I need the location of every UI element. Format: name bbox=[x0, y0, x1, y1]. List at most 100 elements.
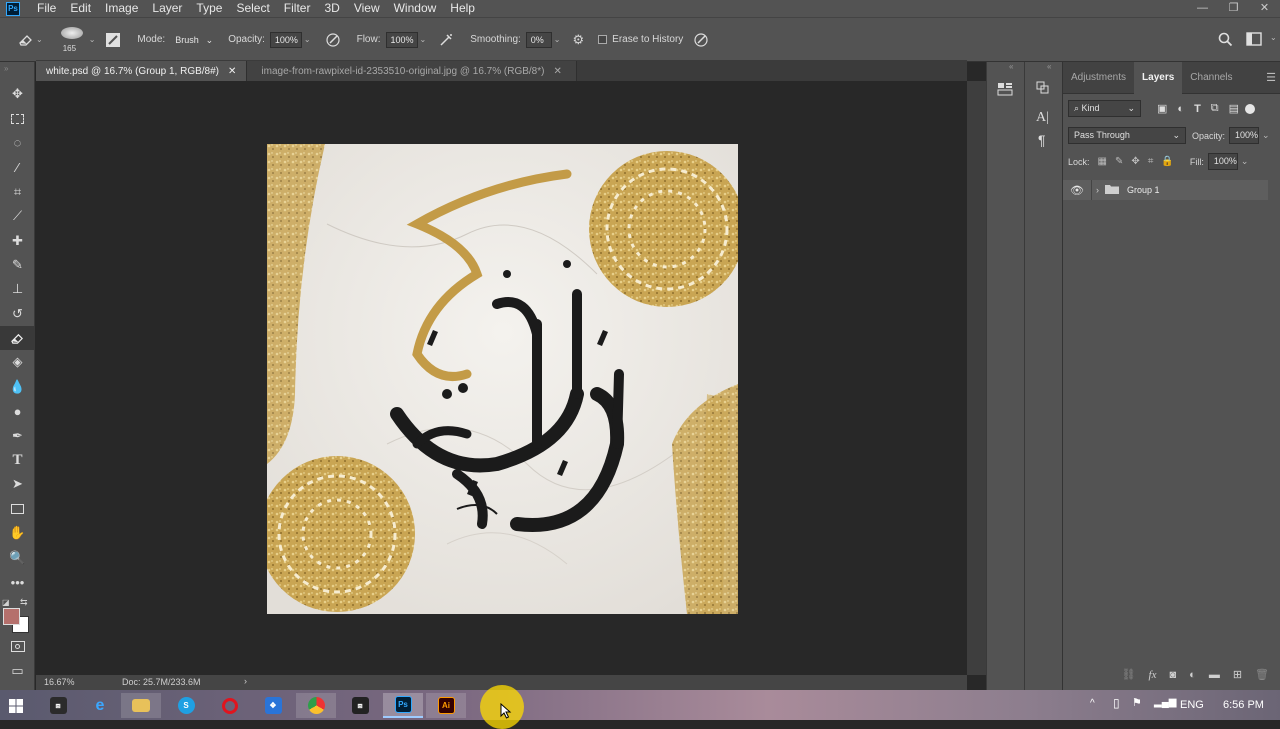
visibility-eye-icon[interactable]: 👁 bbox=[1063, 184, 1091, 197]
chevron-down-icon[interactable]: ⌄ bbox=[1270, 33, 1277, 42]
new-group-icon[interactable]: ▬ bbox=[1209, 669, 1220, 681]
pressure-size-icon[interactable] bbox=[693, 32, 709, 48]
close-button[interactable]: ✕ bbox=[1249, 0, 1280, 17]
menu-edit[interactable]: Edit bbox=[63, 0, 98, 17]
menu-filter[interactable]: Filter bbox=[277, 0, 318, 17]
file-explorer-icon[interactable] bbox=[121, 693, 161, 718]
default-colors-icon[interactable]: ◪ bbox=[2, 598, 10, 607]
lasso-tool-icon[interactable]: ◌ bbox=[0, 131, 35, 155]
gradient-tool-icon[interactable]: ◈ bbox=[0, 350, 35, 374]
chevron-right-icon[interactable]: › bbox=[1096, 185, 1099, 195]
kind-filter-select[interactable]: ⌕ Kind ⌄ bbox=[1068, 100, 1141, 117]
eraser-tool-icon[interactable] bbox=[0, 325, 35, 351]
quick-mask-icon[interactable] bbox=[0, 634, 35, 658]
menu-layer[interactable]: Layer bbox=[145, 0, 189, 17]
type-filter-icon[interactable]: T bbox=[1194, 103, 1201, 115]
panel-menu-icon[interactable]: ☰ bbox=[1266, 71, 1276, 84]
chevron-down-icon[interactable]: ⌄ bbox=[1262, 130, 1270, 141]
chevron-down-icon[interactable]: ⌄ bbox=[304, 35, 311, 44]
layer-opacity-field[interactable]: 100% bbox=[1229, 127, 1260, 144]
network-icon[interactable]: ▂▄▆ bbox=[1154, 697, 1176, 708]
hand-tool-icon[interactable]: ✋ bbox=[0, 521, 35, 545]
lock-position-icon[interactable]: ✥ bbox=[1131, 156, 1139, 167]
character-panel-icon[interactable]: A| bbox=[1036, 110, 1051, 126]
move-tool-icon[interactable]: ✥ bbox=[0, 82, 35, 106]
properties-panel-icon[interactable] bbox=[996, 80, 1014, 98]
start-button[interactable] bbox=[0, 693, 36, 718]
swap-colors-icon[interactable]: ⇆ bbox=[20, 597, 28, 608]
tab-adjustments[interactable]: Adjustments bbox=[1063, 62, 1134, 94]
history-brush-icon[interactable]: ↺ bbox=[0, 302, 35, 326]
path-selection-icon[interactable]: ➤ bbox=[0, 472, 35, 496]
screen-mode-icon[interactable]: ▭ bbox=[0, 659, 35, 683]
chevron-down-icon[interactable]: ⌄ bbox=[554, 35, 561, 44]
brush-preset-picker[interactable]: 165 bbox=[57, 23, 87, 57]
media-player-icon[interactable]: ⧈ bbox=[340, 693, 380, 718]
smart-object-filter-icon[interactable]: ▤ bbox=[1229, 102, 1239, 115]
language-indicator[interactable]: ENG bbox=[1180, 699, 1204, 711]
mode-select[interactable]: Brush ⌄ bbox=[170, 31, 219, 48]
chrome-icon[interactable] bbox=[296, 693, 336, 718]
fill-field[interactable]: 100% bbox=[1207, 153, 1238, 170]
edge-browser-icon[interactable]: e bbox=[80, 693, 120, 718]
brush-settings-icon[interactable] bbox=[105, 32, 121, 48]
filter-toggle-icon[interactable] bbox=[1245, 103, 1256, 114]
rectangle-tool-icon[interactable] bbox=[0, 497, 35, 521]
opera-icon[interactable] bbox=[210, 693, 250, 718]
delete-layer-icon[interactable]: 🗑 bbox=[1255, 668, 1269, 681]
workspace-icon[interactable] bbox=[1246, 32, 1262, 46]
chevron-down-icon[interactable]: ⌄ bbox=[89, 35, 96, 44]
new-layer-icon[interactable]: ⊞ bbox=[1233, 668, 1242, 681]
photoshop-taskbar-icon[interactable]: Ps bbox=[383, 693, 423, 718]
skype-icon[interactable]: S bbox=[166, 693, 206, 718]
menu-select[interactable]: Select bbox=[229, 0, 276, 17]
eraser-tool-preset-icon[interactable] bbox=[18, 33, 34, 47]
menu-help[interactable]: Help bbox=[443, 0, 482, 17]
artboard-lock-icon[interactable]: ⌗ bbox=[1148, 156, 1154, 167]
menu-type[interactable]: Type bbox=[189, 0, 229, 17]
menu-file[interactable]: File bbox=[30, 0, 63, 17]
lock-all-icon[interactable]: 🔒 bbox=[1161, 156, 1173, 167]
shape-filter-icon[interactable]: ⧉ bbox=[1211, 102, 1219, 115]
zoom-tool-icon[interactable]: 🔍 bbox=[0, 545, 35, 569]
close-icon[interactable]: ✕ bbox=[553, 66, 561, 77]
layer-row-group-1[interactable]: 👁 › Group 1 bbox=[1063, 180, 1268, 200]
pen-tool-icon[interactable]: ✒ bbox=[0, 423, 35, 447]
chevron-down-icon[interactable]: ⌄ bbox=[1241, 156, 1249, 167]
new-adjustment-layer-icon[interactable]: ◐ bbox=[1189, 669, 1196, 681]
menu-image[interactable]: Image bbox=[98, 0, 145, 17]
zoom-level[interactable]: 16.67% bbox=[44, 677, 75, 687]
lock-pixels-icon[interactable]: ✎ bbox=[1115, 156, 1123, 167]
smoothing-field[interactable]: 0% bbox=[525, 31, 552, 48]
menu-view[interactable]: View bbox=[347, 0, 387, 17]
toolbar-collapse-icon[interactable]: » bbox=[0, 62, 34, 82]
clock[interactable]: 6:56 PM bbox=[1223, 699, 1264, 711]
collapse-icon[interactable]: « bbox=[1025, 62, 1062, 76]
tab-layers[interactable]: Layers bbox=[1134, 61, 1183, 94]
flag-icon[interactable]: ⚑ bbox=[1132, 696, 1142, 709]
brush-tool-icon[interactable]: ✎ bbox=[0, 253, 35, 277]
blur-tool-icon[interactable]: 💧 bbox=[0, 375, 35, 399]
layer-style-icon[interactable]: fx bbox=[1149, 669, 1157, 681]
blend-mode-select[interactable]: Pass Through ⌄ bbox=[1068, 127, 1186, 144]
restore-button[interactable]: ❐ bbox=[1218, 0, 1249, 17]
tab-rawpixel-jpg[interactable]: image-from-rawpixel-id-2353510-original.… bbox=[247, 61, 577, 81]
type-tool-icon[interactable]: T bbox=[0, 448, 35, 472]
crop-tool-icon[interactable]: ⌗ bbox=[0, 180, 35, 204]
menu-3d[interactable]: 3D bbox=[317, 0, 346, 17]
lock-transparent-icon[interactable]: ▦ bbox=[1098, 156, 1107, 167]
magic-wand-icon[interactable]: ⁄ bbox=[0, 155, 35, 179]
link-layers-icon[interactable]: ⛓ bbox=[1122, 668, 1136, 681]
eyedropper-icon[interactable]: ⟋ bbox=[0, 204, 35, 228]
search-icon[interactable] bbox=[1218, 32, 1233, 47]
gear-icon[interactable]: ⚙ bbox=[573, 32, 585, 48]
vertical-scrollbar[interactable] bbox=[967, 81, 986, 675]
chevron-down-icon[interactable]: ⌄ bbox=[36, 35, 43, 44]
foreground-color-swatch[interactable] bbox=[3, 608, 20, 626]
chevron-right-icon[interactable]: › bbox=[244, 676, 247, 686]
tab-channels[interactable]: Channels bbox=[1182, 62, 1240, 94]
battery-icon[interactable]: ▯ bbox=[1113, 696, 1120, 710]
collapse-icon[interactable]: « bbox=[987, 62, 1024, 76]
dodge-tool-icon[interactable]: ● bbox=[0, 399, 35, 423]
app-icon[interactable]: ❖ bbox=[253, 693, 293, 718]
